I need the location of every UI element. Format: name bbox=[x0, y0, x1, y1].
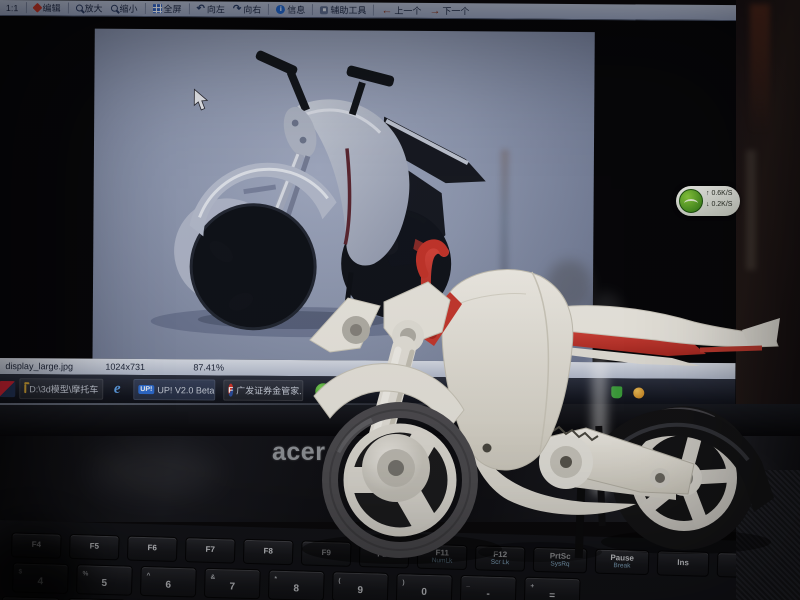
printed-motorcycle-model bbox=[0, 0, 800, 600]
photo-of-laptop-with-3d-printed-motorcycle: 1:1 编辑 放大 缩小 全屏 ↶ 向左 ↷ 向右 bbox=[0, 0, 800, 600]
front-wheel bbox=[330, 410, 470, 550]
